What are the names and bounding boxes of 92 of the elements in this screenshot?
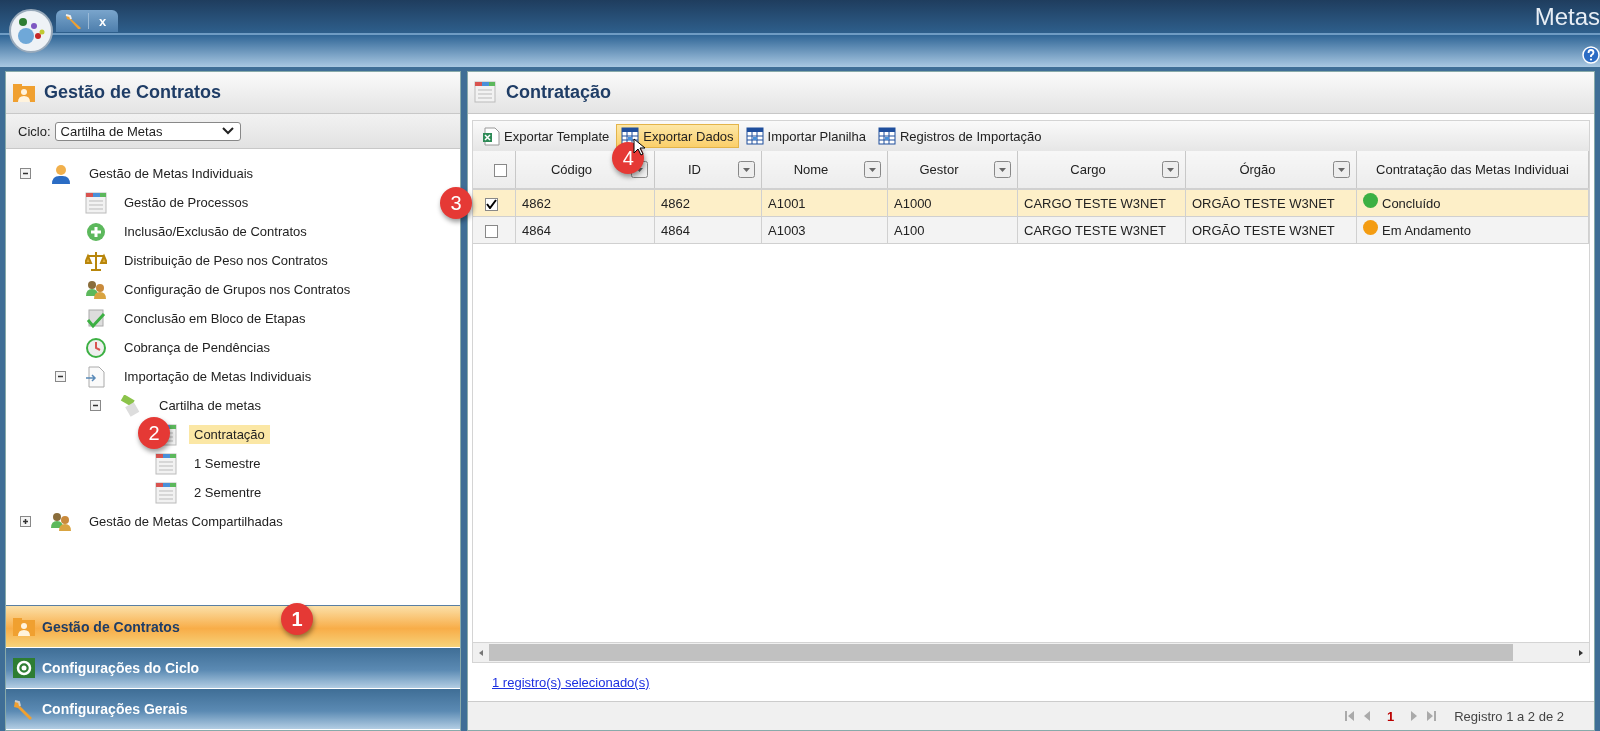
tree-item[interactable]: 1 Semestre bbox=[189, 454, 266, 473]
status-text: Concluído bbox=[1382, 195, 1441, 211]
tree-item[interactable]: Gestão de Processos bbox=[119, 193, 254, 212]
refresh-icon bbox=[12, 657, 36, 679]
collapse-icon[interactable] bbox=[90, 400, 101, 411]
chevron-down-icon bbox=[221, 127, 234, 135]
filter-dropdown-icon[interactable] bbox=[1162, 161, 1179, 178]
accordion-tab[interactable]: Gestão de Contratos 1 bbox=[6, 606, 460, 648]
expand-icon[interactable] bbox=[20, 516, 31, 527]
tree-item[interactable]: Cobrança de Pendências bbox=[119, 338, 275, 357]
panel-title: Gestão de Contratos bbox=[44, 82, 222, 103]
app-title: Metas bbox=[1534, 4, 1600, 30]
table-icon bbox=[745, 126, 764, 146]
table-icon bbox=[877, 126, 896, 146]
tree-item[interactable]: Conclusão em Bloco de Etapas bbox=[119, 309, 311, 328]
spreadsheet-icon bbox=[482, 126, 500, 146]
clock-icon bbox=[85, 336, 107, 359]
tree-item[interactable]: Configuração de Grupos nos Contratos bbox=[119, 280, 356, 299]
document-icon bbox=[85, 365, 107, 388]
column-header[interactable]: Cargo bbox=[1017, 151, 1186, 189]
table-cell: 4864 bbox=[654, 216, 762, 244]
tree-item[interactable]: Cartilha de metas bbox=[154, 396, 266, 415]
people-icon bbox=[85, 278, 107, 301]
step-badge: 1 bbox=[281, 603, 313, 635]
filter-dropdown-icon[interactable] bbox=[738, 161, 755, 178]
table-cell: 4864 bbox=[515, 216, 655, 244]
row-checkbox[interactable] bbox=[485, 197, 498, 211]
column-header[interactable]: Nome bbox=[761, 151, 888, 189]
tree-item[interactable]: Inclusão/Exclusão de Contratos bbox=[119, 222, 312, 241]
row-checkbox[interactable] bbox=[485, 224, 498, 238]
checkmark-icon bbox=[486, 199, 497, 210]
scroll-left-icon[interactable] bbox=[477, 648, 485, 657]
horizontal-scrollbar[interactable] bbox=[472, 643, 1590, 663]
status-text: Em Andamento bbox=[1382, 222, 1471, 238]
check-icon bbox=[85, 307, 107, 330]
table-cell: ORGÃO TESTE W3NET bbox=[1185, 216, 1357, 244]
panel-title: Contratação bbox=[506, 82, 612, 103]
select-all-checkbox[interactable] bbox=[493, 164, 507, 178]
toolbar-button[interactable]: Exportar Dados bbox=[616, 124, 739, 148]
tree-item[interactable]: 2 Sementre bbox=[189, 483, 267, 502]
scroll-right-icon[interactable] bbox=[1577, 648, 1585, 657]
wrench-icon bbox=[64, 13, 82, 29]
cycle-dropdown[interactable]: Cartilha de Metas bbox=[54, 121, 241, 141]
record-count: Registro 1 a 2 de 2 bbox=[1454, 708, 1564, 724]
tree-item[interactable]: Gestão de Metas Individuais bbox=[84, 164, 259, 183]
tree-item[interactable]: Gestão de Metas Compartilhadas bbox=[84, 512, 288, 531]
collapse-icon[interactable] bbox=[55, 371, 66, 382]
folder-icon bbox=[12, 615, 36, 638]
sheet-icon bbox=[155, 481, 177, 504]
column-header[interactable]: Contratação das Metas Individuai bbox=[1356, 151, 1589, 189]
cursor-icon bbox=[633, 138, 646, 156]
column-header[interactable]: Gestor bbox=[887, 151, 1018, 189]
collapse-icon[interactable] bbox=[20, 168, 31, 179]
person-icon bbox=[50, 162, 72, 185]
table-cell: CARGO TESTE W3NET bbox=[1017, 189, 1186, 217]
tree-item[interactable]: Contratação bbox=[189, 425, 270, 444]
toolbar-button[interactable]: Importar Planilha bbox=[740, 124, 871, 148]
toolbar-button[interactable]: Exportar Template bbox=[477, 124, 615, 148]
sheet-icon bbox=[155, 452, 177, 475]
column-header[interactable]: Órgão bbox=[1185, 151, 1357, 189]
page-number[interactable]: 1 bbox=[1378, 708, 1403, 724]
table-row[interactable]: 4862 4862 A1001 A1000 CARGO TESTE W3NET ORGÃO TESTE W3NET Concluído bbox=[473, 189, 1589, 217]
sheet-icon bbox=[474, 80, 498, 105]
column-header[interactable]: ID bbox=[654, 151, 762, 189]
table-icon bbox=[621, 126, 640, 146]
tree-item[interactable]: Distribuição de Peso nos Contratos bbox=[119, 251, 333, 270]
filter-dropdown-icon[interactable] bbox=[994, 161, 1011, 178]
accordion-tab[interactable]: Configurações do Ciclo bbox=[6, 648, 460, 689]
field-label: Ciclo: bbox=[18, 123, 51, 139]
filter-dropdown-icon[interactable] bbox=[864, 161, 881, 178]
table-cell: 4862 bbox=[654, 189, 762, 217]
people-icon bbox=[50, 510, 72, 533]
folder-icon bbox=[12, 81, 36, 104]
table-cell: A100 bbox=[887, 216, 1018, 244]
accordion-tab[interactable]: Configurações Gerais bbox=[6, 689, 460, 730]
tree-item[interactable]: Importação de Metas Individuais bbox=[119, 367, 317, 386]
table-cell: A1003 bbox=[761, 216, 888, 244]
table-cell: A1001 bbox=[761, 189, 888, 217]
brush-icon bbox=[120, 394, 142, 417]
toolbar-button[interactable]: Registros de Importação bbox=[872, 124, 1047, 148]
table-row[interactable]: 4864 4864 A1003 A100 CARGO TESTE W3NET ORGÃO TESTE W3NET Em Andamento bbox=[473, 216, 1589, 244]
table-cell: CARGO TESTE W3NET bbox=[1017, 216, 1186, 244]
selection-link[interactable]: 1 registro(s) selecionado(s) bbox=[492, 674, 650, 690]
table-cell: ORGÃO TESTE W3NET bbox=[1185, 189, 1357, 217]
filter-dropdown-icon[interactable] bbox=[1333, 161, 1350, 178]
table-cell: 4862 bbox=[515, 189, 655, 217]
plus-icon bbox=[85, 220, 107, 243]
scales-icon bbox=[85, 249, 107, 272]
help-icon bbox=[1582, 46, 1600, 64]
table-cell: A1000 bbox=[887, 189, 1018, 217]
sheet-icon bbox=[85, 191, 107, 214]
step-badge: 2 bbox=[138, 417, 170, 449]
